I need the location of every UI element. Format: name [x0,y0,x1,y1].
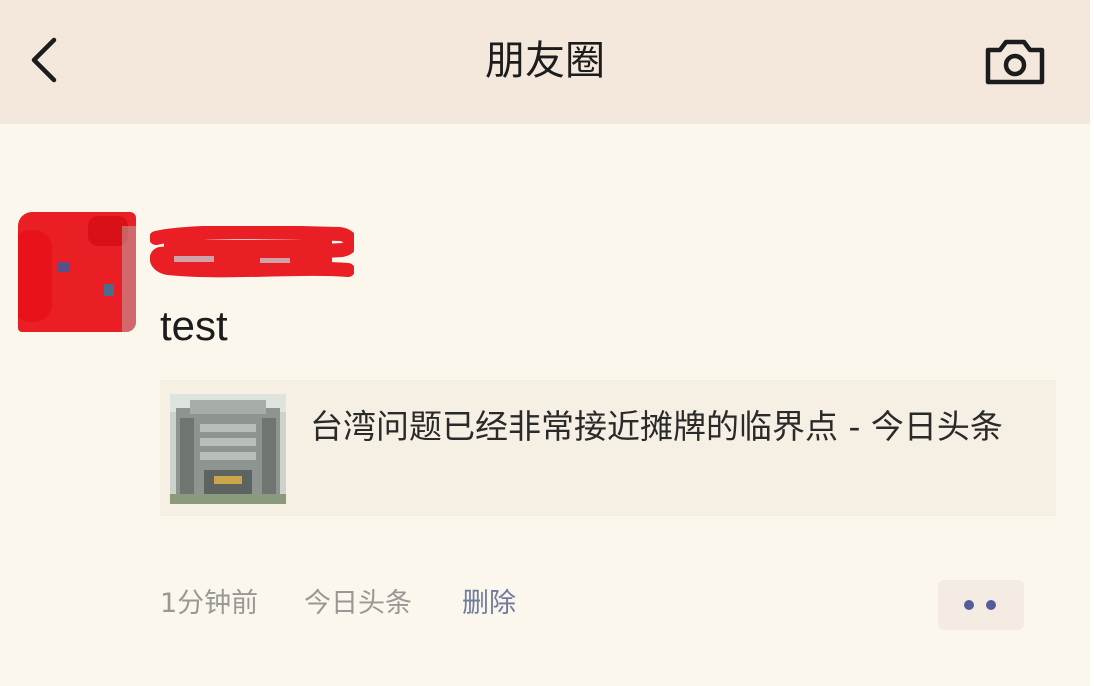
shared-link-card[interactable]: 台湾问题已经非常接近摊牌的临界点 - 今日头条 [160,380,1056,516]
avatar[interactable] [18,212,136,332]
post-source: 今日头条 [304,588,412,619]
camera-button[interactable] [982,34,1048,88]
post-time: 1分钟前 [160,588,259,619]
post-text: test [160,302,228,349]
more-actions-button[interactable] [938,580,1024,630]
right-edge [1090,0,1094,686]
moments-screen: 朋友圈 test 台湾问题已经非常接近摊牌的临界点 - 今日头条 1分钟前 今日… [0,0,1094,686]
username-redacted[interactable] [149,225,358,280]
redaction-scribble [149,225,358,278]
nav-bar: 朋友圈 [0,0,1090,124]
link-thumbnail [170,394,286,504]
delete-link[interactable]: 删除 [462,586,516,622]
camera-icon [985,39,1045,85]
link-title: 台湾问题已经非常接近摊牌的临界点 - 今日头条 [310,407,1003,446]
page-title: 朋友圈 [485,38,605,84]
